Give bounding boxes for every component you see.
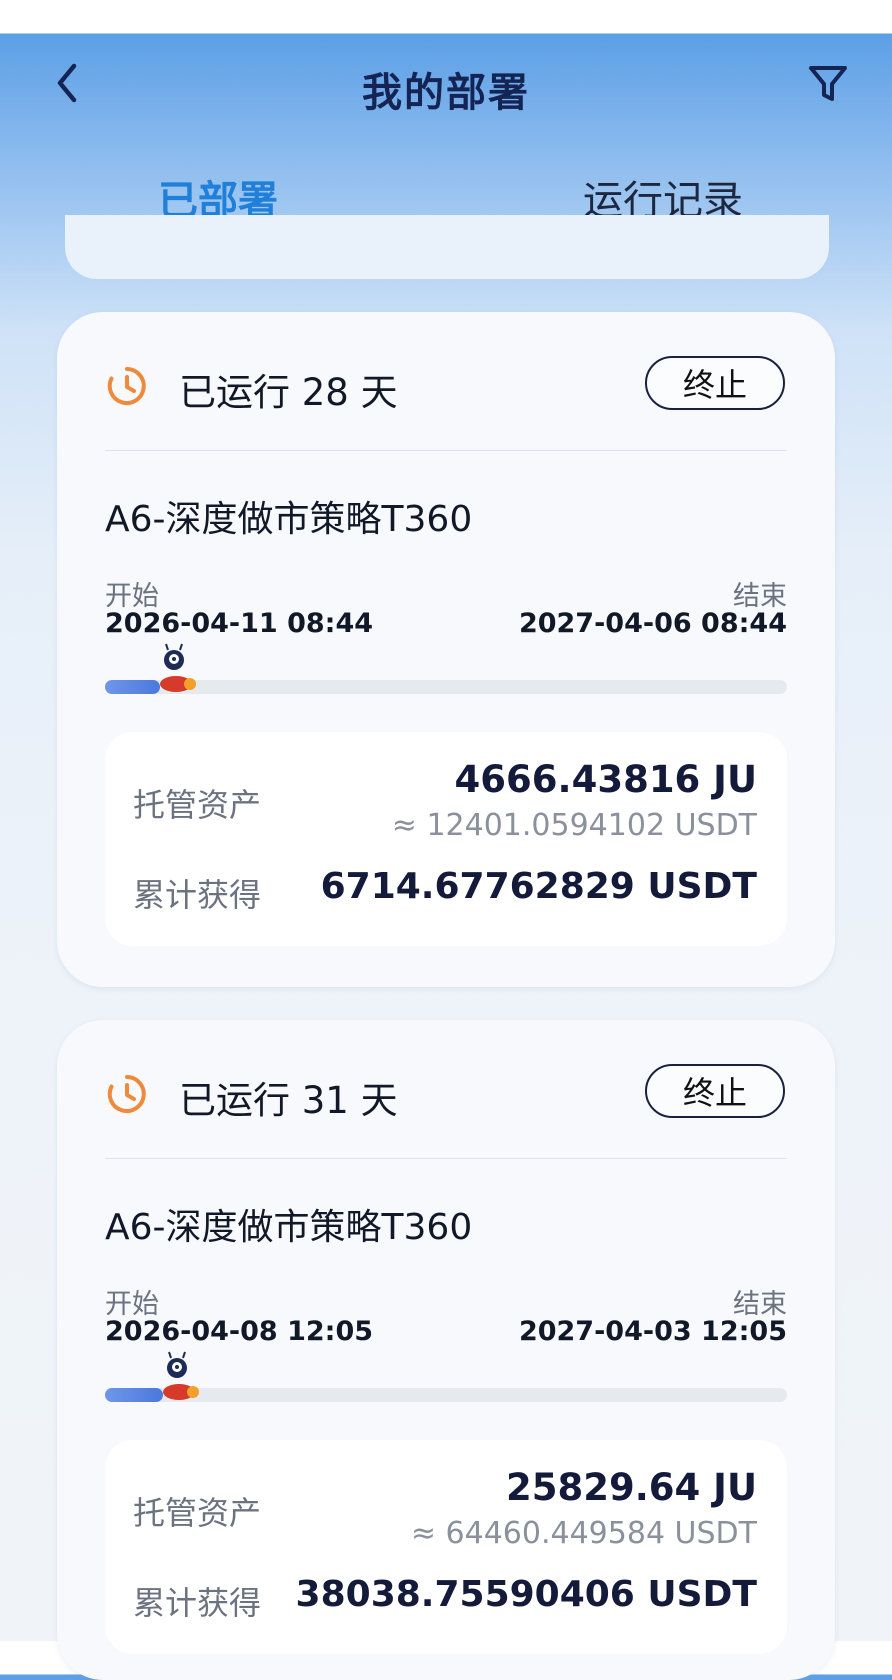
earned-label: 累计获得: [133, 876, 262, 914]
earned-value: 6714.67762829 USDT: [320, 866, 757, 907]
earned-label: 累计获得: [133, 1584, 262, 1622]
end-date: 2027-04-06 08:44: [518, 608, 787, 639]
custody-value: 25829.64 JU: [506, 1466, 757, 1509]
running-days: 已运行 31 天: [179, 1079, 398, 1122]
background-card-strip: [65, 215, 829, 279]
asset-panel: 托管资产 4666.43816 JU ≈ 12401.0594102 USDT …: [105, 732, 787, 946]
filter-icon[interactable]: [806, 62, 850, 106]
progress-fill: [105, 680, 160, 694]
earned-value: 38038.75590406 USDT: [295, 1574, 757, 1615]
start-date: 2026-04-11 08:44: [105, 608, 374, 639]
clock-icon: [107, 1075, 146, 1113]
custody-value: 4666.43816 JU: [454, 758, 757, 801]
start-date: 2026-04-08 12:05: [105, 1316, 374, 1347]
divider: [105, 450, 787, 451]
mascot-icon: [163, 1351, 199, 1400]
progress-track: [105, 680, 787, 694]
asset-panel: 托管资产 25829.64 JU ≈ 64460.449584 USDT 累计获…: [105, 1440, 787, 1654]
stop-button[interactable]: 终止: [645, 356, 785, 410]
running-days: 已运行 28 天: [179, 371, 398, 414]
progress-track: [105, 1388, 787, 1402]
deployment-card: 已运行 31 天 终止 A6-深度做市策略T360 开始 结束 2026-04-…: [57, 1020, 835, 1680]
custody-approx: ≈ 12401.0594102 USDT: [391, 808, 757, 843]
custody-label: 托管资产: [133, 1494, 262, 1532]
stop-button[interactable]: 终止: [645, 1064, 785, 1118]
mascot-icon: [160, 643, 196, 692]
end-date: 2027-04-03 12:05: [518, 1316, 787, 1347]
progress-fill: [105, 1388, 163, 1402]
deployment-card: 已运行 28 天 终止 A6-深度做市策略T360 开始 结束 2026-04-…: [57, 312, 835, 987]
custody-label: 托管资产: [133, 786, 262, 824]
strategy-name: A6-深度做市策略T360: [105, 499, 473, 540]
strategy-name: A6-深度做市策略T360: [105, 1207, 473, 1248]
divider: [105, 1158, 787, 1159]
custody-approx: ≈ 64460.449584 USDT: [410, 1516, 757, 1551]
clock-icon: [107, 367, 146, 405]
page-title: 我的部署: [362, 70, 530, 116]
